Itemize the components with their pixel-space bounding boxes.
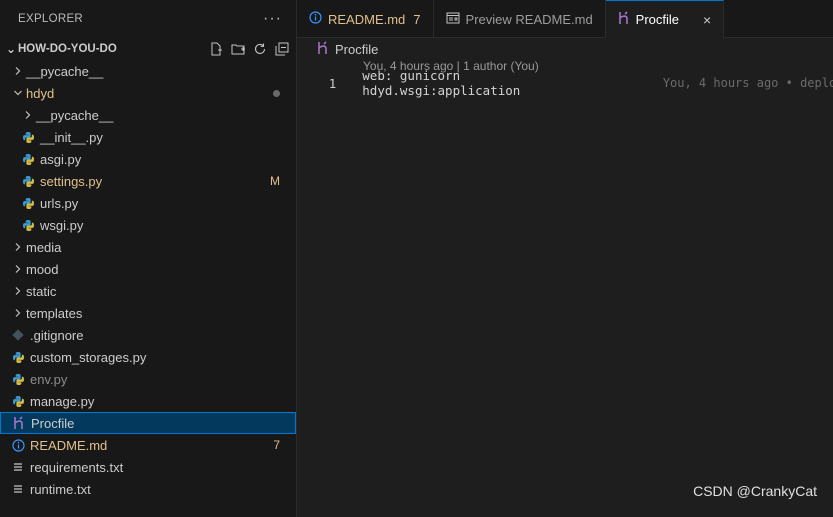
chevron-right-icon <box>10 286 26 296</box>
file-item[interactable]: manage.py <box>0 390 296 412</box>
tree-item-label: __pycache__ <box>36 107 114 123</box>
file-item[interactable]: env.py <box>0 368 296 390</box>
tree-item-label: settings.py <box>40 173 103 189</box>
python-file-icon <box>20 217 36 233</box>
folder-item[interactable]: templates <box>0 302 296 324</box>
breadcrumb-file: Procfile <box>335 41 379 57</box>
tree-item-label: static <box>26 283 57 299</box>
chevron-down-icon <box>10 88 26 98</box>
tree-item-label: asgi.py <box>40 151 82 167</box>
collapse-all-icon[interactable] <box>274 41 290 57</box>
heroku-icon <box>618 11 630 28</box>
folder-item[interactable]: mood <box>0 258 296 280</box>
tree-item-label: custom_storages.py <box>30 349 147 365</box>
tree-item-label: urls.py <box>40 195 79 211</box>
folder-item[interactable]: hdyd <box>0 82 296 104</box>
tree-item-label: __init__.py <box>40 129 103 145</box>
inline-blame: You, 4 hours ago • deplo <box>662 76 833 90</box>
chevron-right-icon <box>10 308 26 318</box>
code-text[interactable]: web: gunicorn hdyd.wsgi:application <box>362 68 621 98</box>
modified-dot-icon <box>273 86 280 100</box>
refresh-icon[interactable] <box>252 41 268 57</box>
tree-item-label: requirements.txt <box>30 459 124 475</box>
file-tree: __pycache__ hdyd __pycache__ __init__.py asg… <box>0 60 296 500</box>
tree-item-label: mood <box>26 261 59 277</box>
editor-tab[interactable]: Procfile × <box>605 0 725 38</box>
python-file-icon <box>10 393 26 409</box>
file-item[interactable]: urls.py <box>0 192 296 214</box>
tree-item-label: Procfile <box>31 415 75 431</box>
file-item[interactable]: .gitignore <box>0 324 296 346</box>
tree-item-label: templates <box>26 305 83 321</box>
file-item[interactable]: Procfile <box>0 412 296 434</box>
status-badge: 7 <box>273 438 280 452</box>
tree-item-label: __pycache__ <box>26 63 104 79</box>
heroku-icon <box>317 40 329 58</box>
folder-item[interactable]: __pycache__ <box>0 104 296 126</box>
file-item[interactable]: __init__.py <box>0 126 296 148</box>
folder-item[interactable]: media <box>0 236 296 258</box>
tab-label: Preview README.md <box>465 11 593 27</box>
explorer-sidebar: EXPLORER ··· ⌄ HOW-DO-YOU-DO __pycache__… <box>0 0 297 517</box>
text-file-icon <box>10 459 26 475</box>
folder-item[interactable]: static <box>0 280 296 302</box>
section-actions <box>208 41 290 57</box>
tree-item-label: README.md <box>30 437 108 453</box>
editor-tabs: README.md 7 Preview README.md Procfile × <box>297 0 833 38</box>
status-badge: M <box>270 174 280 188</box>
python-file-icon <box>20 173 36 189</box>
folder-item[interactable]: __pycache__ <box>0 60 296 82</box>
tree-item-label: manage.py <box>30 393 95 409</box>
editor-tab[interactable]: README.md 7 <box>297 0 434 38</box>
line-number: 1 <box>328 75 337 91</box>
chevron-down-icon: ⌄ <box>5 42 17 56</box>
editor-tab[interactable]: Preview README.md <box>434 0 606 38</box>
new-file-icon[interactable] <box>208 41 224 57</box>
tab-label: Procfile <box>635 12 680 27</box>
tree-item-label: media <box>26 239 62 255</box>
info-icon <box>309 11 322 27</box>
python-file-icon <box>10 371 26 387</box>
chevron-right-icon <box>20 110 36 120</box>
file-item[interactable]: README.md 7 <box>0 434 296 456</box>
file-item[interactable]: custom_storages.py <box>0 346 296 368</box>
file-item[interactable]: runtime.txt <box>0 478 296 500</box>
breadcrumb[interactable]: Procfile <box>297 38 833 60</box>
explorer-title: EXPLORER <box>18 13 84 25</box>
python-file-icon <box>20 195 36 211</box>
heroku-file-icon <box>11 415 27 431</box>
more-actions-icon[interactable]: ··· <box>263 10 282 28</box>
tab-label: README.md <box>328 11 406 27</box>
watermark: CSDN @CrankyCat <box>693 483 817 499</box>
problem-count-badge: 7 <box>413 11 421 27</box>
tree-item-label: runtime.txt <box>30 481 91 497</box>
chevron-right-icon <box>10 264 26 274</box>
info-file-icon <box>10 437 26 453</box>
explorer-header: EXPLORER ··· <box>0 0 296 38</box>
file-item[interactable]: asgi.py <box>0 148 296 170</box>
project-section-header[interactable]: ⌄ HOW-DO-YOU-DO <box>0 38 296 60</box>
python-file-icon <box>20 151 36 167</box>
tree-item-label: hdyd <box>26 85 55 101</box>
new-folder-icon[interactable] <box>230 41 246 57</box>
text-file-icon <box>10 481 26 497</box>
python-file-icon <box>20 129 36 145</box>
python-file-icon <box>10 349 26 365</box>
code-line[interactable]: 1 web: gunicorn hdyd.wsgi:application Yo… <box>297 68 833 98</box>
git-file-icon <box>10 327 26 343</box>
tree-item-label: wsgi.py <box>40 217 84 233</box>
tree-item-label: env.py <box>30 371 68 387</box>
chevron-right-icon <box>10 66 26 76</box>
project-name: HOW-DO-YOU-DO <box>18 43 117 55</box>
file-item[interactable]: settings.py M <box>0 170 296 192</box>
close-icon[interactable]: × <box>703 12 711 28</box>
tree-item-label: .gitignore <box>30 327 84 343</box>
file-item[interactable]: wsgi.py <box>0 214 296 236</box>
preview-icon <box>446 12 460 27</box>
file-item[interactable]: requirements.txt <box>0 456 296 478</box>
chevron-right-icon <box>10 242 26 252</box>
